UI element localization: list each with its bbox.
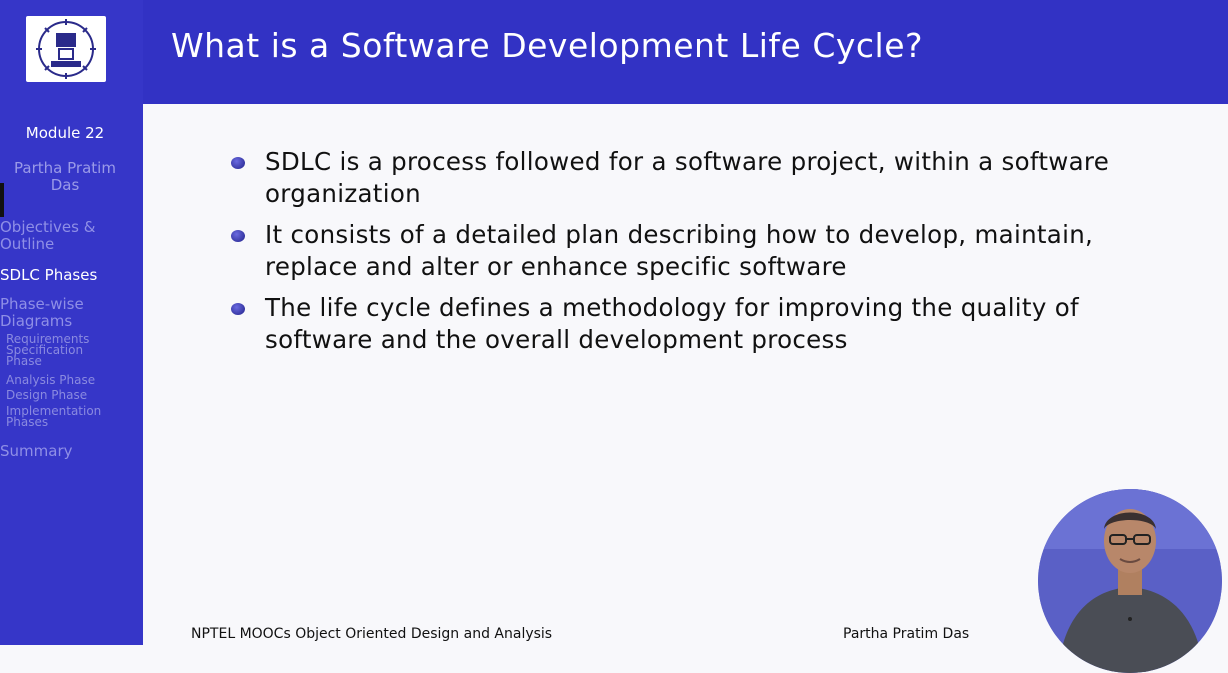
slide-header: What is a Software Development Life Cycl… — [143, 0, 1228, 104]
bullet-text: SDLC is a process followed for a softwar… — [265, 147, 1110, 208]
footer-course: NPTEL MOOCs Object Oriented Design and A… — [191, 626, 553, 642]
sidebar-item-objectives[interactable]: Objectives & Outline — [0, 219, 120, 253]
bullet-item: The life cycle defines a methodology for… — [231, 292, 1191, 356]
bullet-icon — [231, 157, 245, 169]
bullet-list: SDLC is a process followed for a softwar… — [231, 146, 1191, 365]
sidebar-item-summary[interactable]: Summary — [0, 442, 73, 460]
sidebar-subitem-design[interactable]: Design Phase — [6, 389, 87, 401]
institute-logo-icon — [26, 16, 106, 82]
sidebar-subitem-implementation[interactable]: Implementation Phases — [6, 405, 131, 428]
sidebar-item-phase-wise[interactable]: Phase-wise Diagrams — [0, 296, 110, 330]
bullet-icon — [231, 230, 245, 242]
bullet-icon — [231, 303, 245, 315]
bullet-item: SDLC is a process followed for a softwar… — [231, 146, 1191, 210]
sidebar-subitem-requirements[interactable]: Requirements Specification Phase — [6, 333, 116, 367]
module-label: Module 22 — [25, 124, 105, 142]
sidebar: Module 22 Partha Pratim Das Objectives &… — [0, 0, 143, 645]
author-label: Partha Pratim Das — [14, 159, 116, 194]
slide-title: What is a Software Development Life Cycl… — [171, 26, 924, 65]
presenter-webcam — [1038, 489, 1222, 673]
footer-author: Partha Pratim Das — [843, 626, 970, 642]
bullet-text: It consists of a detailed plan describin… — [265, 220, 1094, 281]
sidebar-subitem-analysis[interactable]: Analysis Phase — [6, 374, 95, 386]
bullet-item: It consists of a detailed plan describin… — [231, 219, 1191, 283]
bullet-text: The life cycle defines a methodology for… — [265, 293, 1079, 354]
sidebar-item-sdlc-phases[interactable]: SDLC Phases — [0, 266, 97, 284]
